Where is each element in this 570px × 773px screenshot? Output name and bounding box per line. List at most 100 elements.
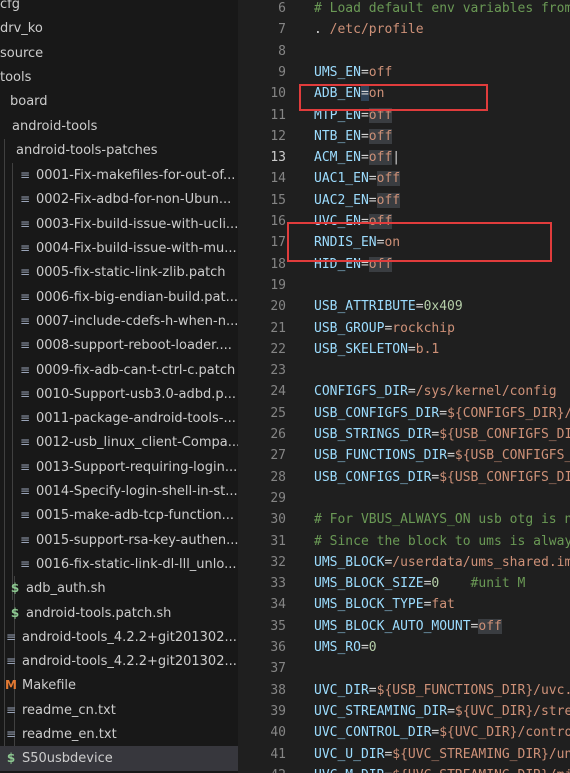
code-line[interactable]: 32 UMS_BLOCK=/userdata/ums_shared.img [238,552,570,573]
code-token: ${UVC_STREAMING_DIR}/mjpeg [392,768,570,773]
code-token: UMS_EN [314,64,361,80]
tree-file[interactable]: ≡ 0015-make-adb-tcp-function... [0,503,238,527]
tree-file[interactable]: ≡ 0001-Fix-makefiles-for-out-of... [0,163,238,187]
code-line[interactable]: 6 # Load default env variables from profi… [238,0,570,19]
code-text: USB_CONFIGS_DIR=${USB_CONFIGFS_DIR}/conf… [314,467,570,488]
code-text: UMS_BLOCK_TYPE=fat [314,594,455,615]
code-line[interactable]: 7. /etc/profile [238,19,570,40]
code-line[interactable]: 41 UVC_U_DIR=${UVC_STREAMING_DIR}/uncompr… [238,744,570,765]
tree-item-label: cfg [0,0,20,12]
tree-file[interactable]: ≡ 0005-fix-static-link-zlib.patch [0,260,238,284]
tree-folder[interactable]: android-tools [0,115,238,139]
tree-file[interactable]: ≡ 0013-Support-requiring-login... [0,455,238,479]
code-line[interactable]: 9 UMS_EN=off [238,62,570,83]
tree-file[interactable]: $ android-tools.patch.sh [0,601,238,625]
line-number: 15 [270,192,286,208]
line-number: 25 [270,405,286,421]
tree-file[interactable]: cfg [0,0,238,17]
tree-file[interactable]: tools [0,66,238,90]
code-line[interactable]: 21 USB_GROUP=rockchip [238,318,570,339]
file-lines-icon: ≡ [19,556,31,571]
code-line[interactable]: 8 [238,41,570,62]
code-text: UAC2_EN=off [314,190,401,211]
code-token: b.1 [415,341,440,357]
code-line[interactable]: 33 UMS_BLOCK_SIZE=0 #unit M [238,573,570,594]
code-token: = [360,150,369,166]
code-line[interactable]: 26 USB_STRINGS_DIR=${USB_CONFIGFS_DIR}/st… [238,424,570,445]
code-text: UVC_STREAMING_DIR=${UVC_DIR}/streaming [314,701,570,722]
tree-file[interactable]: ≡ 0012-usb_linux_client-Compa... [0,430,238,454]
tree-file[interactable]: ≡ 0016-fix-static-link-dl-lll_unlo... [0,552,238,576]
code-token: UMS_BLOCK_SIZE [314,576,424,592]
code-text: UMS_BLOCK_SIZE=0 #unit M [314,573,525,594]
file-lines-icon: ≡ [19,532,31,547]
tree-file[interactable]: ≡ 0015-support-rsa-key-authen... [0,528,238,552]
tree-file[interactable]: ≡ android-tools_4.2.2+git201302... [0,649,238,673]
tree-item-label: 0007-include-cdefs-h-when-n... [36,313,238,329]
line-number: 41 [270,746,286,762]
tree-file[interactable]: ≡ 0011-package-android-tools-... [0,406,238,430]
line-number: 32 [270,554,286,570]
tree-file[interactable]: ≡ 0003-Fix-build-issue-with-ucli... [0,212,238,236]
code-token: ${USB_CONFIGFS_DIR}/functions [454,448,570,464]
tree-file[interactable]: ≡ 0004-Fix-build-issue-with-mu... [0,236,238,260]
line-number: 38 [270,682,286,698]
code-token: off [368,150,393,166]
tree-file[interactable]: ≡ 0002-Fix-adbd-for-non-Ubun... [0,187,238,211]
tree-file[interactable]: $ adb_auth.sh [0,576,238,600]
tree-file[interactable]: ≡ 0009-fix-adb-can-t-ctrl-c.patch [0,358,238,382]
tree-file[interactable]: ≡ readme_cn.txt [0,698,238,722]
code-line[interactable]: 34 UMS_BLOCK_TYPE=fat [238,594,570,615]
tree-item-label: readme_en.txt [22,727,117,742]
code-token: off [368,64,393,80]
tree-folder[interactable]: android-tools-patches [0,139,238,163]
code-editor[interactable]: 6 # Load default env variables from profi… [238,0,570,773]
code-line[interactable]: 20 USB_ATTRIBUTE=0x409 [238,296,570,317]
code-token: NTB_EN [314,128,361,144]
tree-item-label: readme_cn.txt [22,702,116,718]
code-line[interactable]: 24 CONFIGFS_DIR=/sys/kernel/config [238,381,570,402]
code-line[interactable]: 25 USB_CONFIGFS_DIR=${CONFIGFS_DIR}/usb_g… [238,403,570,424]
code-line[interactable]: 23 [238,360,570,381]
code-line[interactable]: 42 UVC_M_DIR=${UVC_STREAMING_DIR}/mjpeg [238,765,570,773]
code-line[interactable]: 30 # For VBUS_ALWAYS_ON usb otg is not su… [238,509,570,530]
tree-file[interactable]: drv_ko [0,17,238,41]
tree-file[interactable]: ≡ 0007-include-cdefs-h-when-n... [0,309,238,333]
tree-file[interactable]: ≡ 0014-Specify-login-shell-in-st... [0,479,238,503]
line-number: 36 [270,640,286,655]
file-lines-icon: ≡ [19,216,31,231]
code-line[interactable]: 37 [238,658,570,679]
file-lines-icon: ≡ [19,508,31,523]
code-line[interactable]: 31 # Since the block to ums is always the… [238,531,570,552]
code-line[interactable]: 40 UVC_CONTROL_DIR=${UVC_DIR}/control [238,722,570,743]
tree-file[interactable]: ≡ readme_en.txt [0,722,238,746]
code-token: UAC2_EN [314,192,369,208]
tree-file[interactable]: ≡ 0010-Support-usb3.0-adbd.p... [0,382,238,406]
tree-folder[interactable]: board [0,90,238,114]
code-line[interactable]: 22 USB_SKELETON=b.1 [238,339,570,360]
tree-file[interactable]: M Makefile [0,673,238,697]
code-line[interactable]: 39 UVC_STREAMING_DIR=${UVC_DIR}/streaming [238,701,570,722]
code-token: ${CONFIGFS_DIR}/usb_gadget [447,405,570,421]
code-line[interactable]: 28 USB_CONFIGS_DIR=${USB_CONFIGFS_DIR}/co… [238,467,570,488]
code-token: = [368,171,377,187]
code-line[interactable]: 14 UAC1_EN=off [238,168,570,189]
code-line[interactable]: 35 UMS_BLOCK_AUTO_MOUNT=off [238,616,570,637]
tree-item-label: 0010-Support-usb3.0-adbd.p... [36,386,236,402]
code-line[interactable]: 15 UAC2_EN=off [238,190,570,211]
tree-file[interactable]: ≡ android-tools_4.2.2+git201302... [0,625,238,649]
code-line[interactable]: 36 UMS_RO=0 [238,637,570,658]
file-lines-icon: ≡ [5,727,17,741]
code-text: UMS_BLOCK=/userdata/ums_shared.img [314,552,570,573]
code-line[interactable]: 13 ACM_EN=off| [238,147,570,168]
tree-file[interactable]: $ S50usbdevice [0,746,238,771]
code-line[interactable]: 19 [238,275,570,296]
code-line[interactable]: 29 [238,488,570,509]
code-line[interactable]: 38 UVC_DIR=${USB_FUNCTIONS_DIR}/uvc.gs6 [238,680,570,701]
code-token: # For VBUS_ALWAYS_ON usb otg is not supp… [314,512,570,528]
code-line[interactable]: 27 USB_FUNCTIONS_DIR=${USB_CONFIGFS_DIR}/… [238,445,570,466]
code-line[interactable]: 12 NTB_EN=off [238,126,570,147]
tree-file[interactable]: source [0,42,238,66]
tree-file[interactable]: ≡ 0006-fix-big-endian-build.pat... [0,285,238,309]
tree-file[interactable]: ≡ 0008-support-reboot-loader.... [0,333,238,357]
